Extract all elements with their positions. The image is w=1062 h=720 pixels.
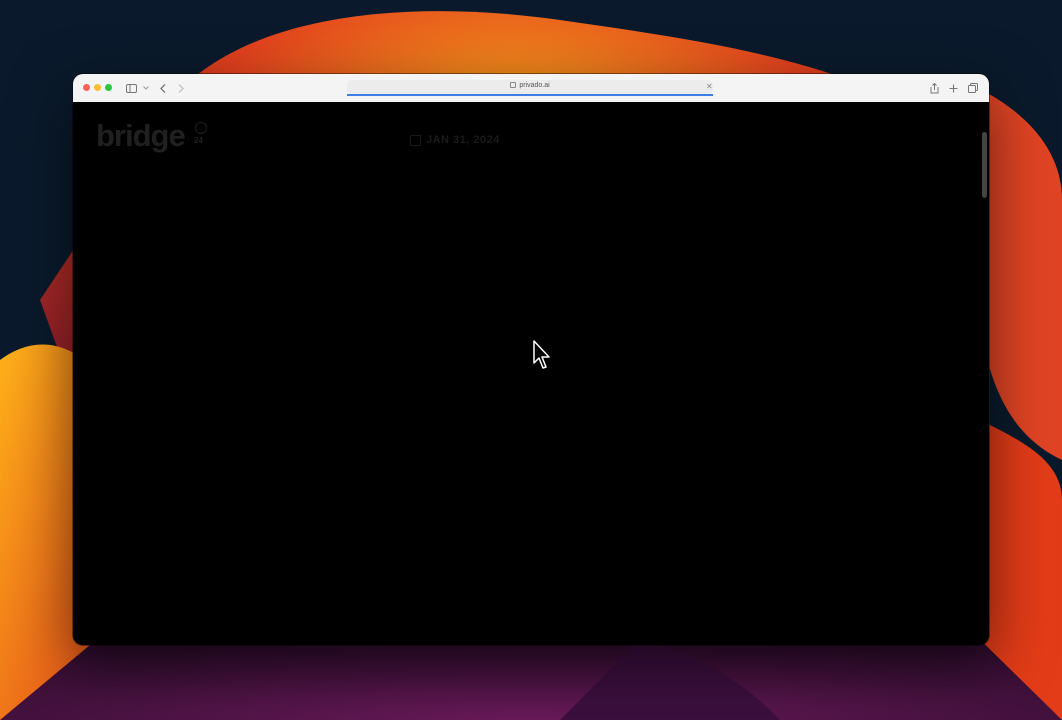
cursor-icon bbox=[533, 340, 550, 369]
logo[interactable]: bridge bbox=[96, 118, 186, 154]
scrollbar[interactable] bbox=[982, 132, 987, 198]
back-icon[interactable] bbox=[156, 81, 170, 95]
new-tab-icon[interactable] bbox=[946, 81, 960, 95]
browser-window: privado.ai ✕ bridge 24 JAN 31, 2024 bbox=[73, 74, 989, 645]
logo-mark bbox=[195, 122, 207, 134]
address-text: privado.ai bbox=[347, 82, 713, 89]
share-icon[interactable] bbox=[927, 81, 941, 95]
tab-overview-icon[interactable] bbox=[966, 81, 980, 95]
page-content: bridge 24 JAN 31, 2024 bbox=[73, 102, 989, 645]
browser-toolbar: privado.ai ✕ bbox=[73, 74, 989, 103]
chevron-down-icon[interactable] bbox=[139, 81, 153, 95]
url-text: privado.ai bbox=[519, 82, 550, 89]
close-window-button[interactable] bbox=[83, 84, 90, 91]
clear-icon[interactable]: ✕ bbox=[706, 82, 713, 91]
maximize-window-button[interactable] bbox=[105, 84, 112, 91]
desktop: privado.ai ✕ bridge 24 JAN 31, 2024 bbox=[0, 0, 1062, 720]
minimize-window-button[interactable] bbox=[94, 84, 101, 91]
address-bar[interactable]: privado.ai bbox=[347, 80, 713, 95]
logo-suffix: 24 bbox=[194, 136, 203, 145]
sidebar-icon[interactable] bbox=[124, 81, 138, 95]
page-load-progress bbox=[347, 94, 713, 96]
event-date: JAN 31, 2024 bbox=[426, 134, 500, 146]
lock-icon bbox=[510, 82, 517, 89]
forward-icon[interactable] bbox=[174, 81, 188, 95]
